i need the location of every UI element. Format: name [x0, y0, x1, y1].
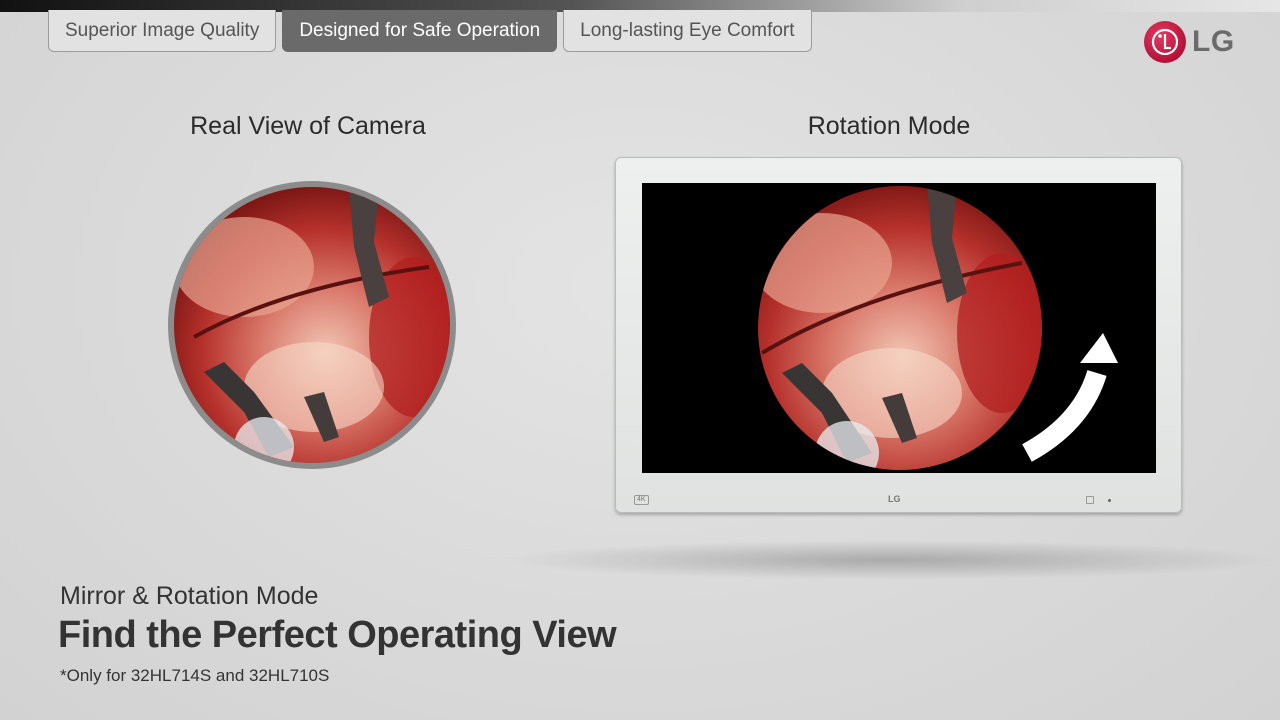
- monitor-screen: [642, 183, 1156, 473]
- tab-superior-image-quality[interactable]: Superior Image Quality: [48, 10, 277, 52]
- bezel-4k-badge: 4K: [634, 495, 649, 505]
- bezel-menu-button: [1086, 496, 1094, 504]
- surgical-monitor: 4K LG: [615, 157, 1182, 513]
- tab-designed-for-safe-operation[interactable]: Designed for Safe Operation: [282, 10, 558, 52]
- bezel-lg-logo: LG: [888, 494, 901, 504]
- caption-subtitle: Mirror & Rotation Mode: [60, 582, 319, 610]
- real-view-title: Real View of Camera: [190, 112, 426, 140]
- tab-long-lasting-eye-comfort[interactable]: Long-lasting Eye Comfort: [563, 10, 812, 52]
- camera-view-image: [174, 187, 450, 463]
- section-tabs: Superior Image Quality Designed for Safe…: [48, 10, 812, 54]
- caption-headline: Find the Perfect Operating View: [58, 614, 617, 656]
- caption-footnote: *Only for 32HL714S and 32HL710S: [60, 666, 330, 685]
- lg-logo-wordmark: LG: [1192, 25, 1235, 58]
- lg-logo-icon: [1144, 21, 1186, 63]
- lg-logo: LG: [1144, 21, 1235, 63]
- power-led: [1108, 499, 1111, 502]
- camera-view-frame: [168, 181, 456, 469]
- rotation-arrow-icon: [1022, 333, 1118, 462]
- monitor-floor-shadow: [500, 540, 1280, 580]
- rotated-camera-image: [758, 186, 1042, 470]
- rotation-mode-title: Rotation Mode: [807, 112, 971, 140]
